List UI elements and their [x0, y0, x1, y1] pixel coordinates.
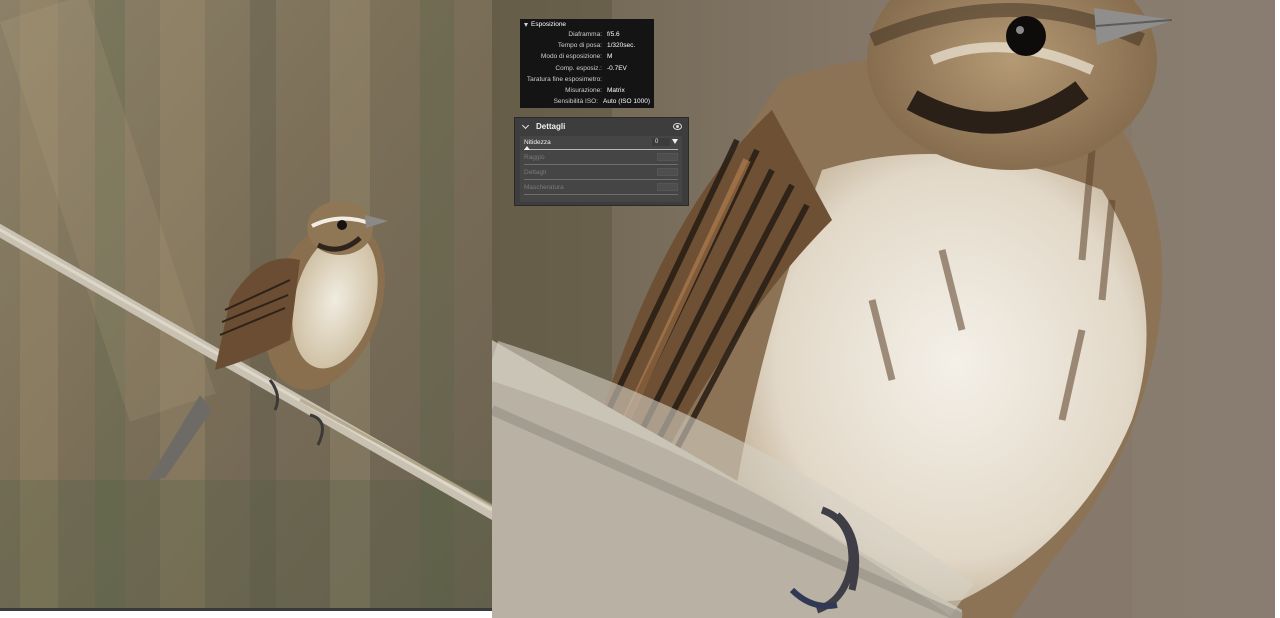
slider-track[interactable]: [524, 149, 678, 150]
triangle-down-icon[interactable]: [524, 22, 528, 27]
exif-label: Modo di esposizione:: [540, 53, 602, 61]
photo-full-view: [0, 0, 492, 610]
slider-radius: Raggio: [520, 151, 682, 166]
dropdown-triangle-icon[interactable]: [672, 139, 678, 144]
exif-label: Tempo di posa:: [557, 42, 602, 50]
masking-value-input: [657, 183, 678, 191]
details-panel-title: Dettagli: [536, 122, 566, 131]
exif-row-meter-fine-tune: Taratura fine esposimetro:: [524, 74, 650, 85]
slider-track: [524, 164, 678, 165]
details-panel-header[interactable]: Dettagli: [515, 118, 688, 135]
image-divider: [0, 608, 492, 611]
exif-row-aperture: Diaframma: f/5.6: [524, 29, 650, 40]
details-panel: Dettagli Nitidezza 0 Raggio Dettagli Mas…: [514, 117, 689, 206]
exif-value: f/5.6: [607, 31, 620, 39]
exif-label: Taratura fine esposimetro:: [526, 75, 602, 83]
slider-masking: Mascheratura: [520, 181, 682, 196]
slider-label: Mascheratura: [524, 184, 564, 191]
exif-label: Comp. esposiz.:: [555, 64, 602, 72]
details-sliders: Nitidezza 0 Raggio Dettagli Mascheratura: [520, 136, 682, 202]
slider-label: Dettagli: [524, 169, 547, 176]
exposure-section-title: Esposizione: [531, 21, 567, 28]
slider-thumb-icon[interactable]: [524, 146, 530, 150]
exposure-info-panel: Esposizione Diaframma: f/5.6 Tempo di po…: [520, 19, 654, 108]
exif-value: -0.7EV: [607, 64, 627, 72]
exif-row-exposure-mode: Modo di esposizione: M: [524, 51, 650, 62]
sharpness-value-input[interactable]: 0: [652, 138, 670, 146]
slider-detail: Dettagli: [520, 166, 682, 181]
exif-row-shutter: Tempo di posa: 1/320sec.: [524, 40, 650, 51]
exif-value: Auto (ISO 1000): [603, 98, 650, 106]
exif-row-exposure-comp: Comp. esposiz.: -0.7EV: [524, 63, 650, 74]
slider-label: Nitidezza: [524, 139, 551, 146]
eye-icon[interactable]: [673, 123, 682, 130]
detail-value-input: [657, 168, 678, 176]
exif-row-metering: Misurazione: Matrix: [524, 85, 650, 96]
exif-label: Misurazione:: [565, 87, 602, 95]
exif-value: M: [607, 53, 613, 61]
photo-full-image: [0, 0, 492, 610]
slider-sharpness[interactable]: Nitidezza 0: [520, 136, 682, 151]
slider-track: [524, 179, 678, 180]
exif-label: Diaframma:: [568, 31, 602, 39]
exposure-section-header[interactable]: Esposizione: [524, 20, 650, 29]
chevron-down-icon[interactable]: [521, 121, 530, 129]
exif-value: Matrix: [607, 87, 625, 95]
slider-label: Raggio: [524, 154, 545, 161]
exif-row-iso: Sensibilità ISO: Auto (ISO 1000): [524, 96, 650, 107]
slider-track: [524, 194, 678, 195]
exif-label: Sensibilità ISO:: [553, 98, 599, 106]
exif-value: 1/320sec.: [607, 42, 636, 50]
radius-value-input: [657, 153, 678, 161]
